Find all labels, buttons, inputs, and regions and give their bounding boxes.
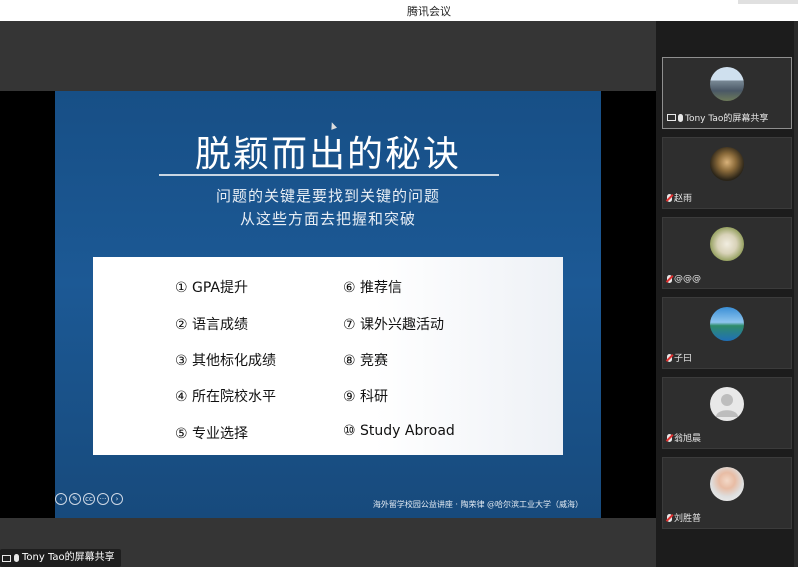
participant-tile[interactable]: 翁旭晨 bbox=[662, 377, 792, 449]
share-screen-icon bbox=[2, 554, 11, 562]
title-bar-controls[interactable] bbox=[738, 0, 798, 4]
prev-icon[interactable]: ‹ bbox=[55, 493, 67, 505]
slide-subtitle-1: 问题的关键是要找到关键的问题 bbox=[215, 187, 440, 205]
list-item: ② 语言成绩 bbox=[175, 317, 249, 333]
more-icon[interactable]: ··· bbox=[97, 493, 109, 505]
title-underline bbox=[159, 174, 499, 176]
user-silhouette-icon bbox=[716, 394, 738, 417]
landscape-photo-avatar bbox=[710, 307, 744, 341]
default-avatar bbox=[710, 387, 744, 421]
list-item: ① GPA提升 bbox=[175, 280, 248, 296]
participant-name: 翁旭晨 bbox=[674, 434, 702, 444]
list-item: ⑥ 推荐信 bbox=[343, 280, 403, 296]
screen-share-label: Tony Tao的屏幕共享 bbox=[0, 549, 121, 567]
slide-controls: ‹ ✎ cc ··· › bbox=[55, 493, 123, 505]
participant-name: 赵雨 bbox=[674, 194, 693, 204]
participant-label: @@@ bbox=[667, 274, 701, 284]
presentation-slide: 脱颖而出的秘诀 问题的关键是要找到关键的问题 从这些方面去把握和突破 ① GPA… bbox=[55, 91, 601, 518]
main-stage-area: 脱颖而出的秘诀 问题的关键是要找到关键的问题 从这些方面去把握和突破 ① GPA… bbox=[0, 21, 656, 567]
shared-screen: 脱颖而出的秘诀 问题的关键是要找到关键的问题 从这些方面去把握和突破 ① GPA… bbox=[0, 91, 656, 518]
mic-muted-icon bbox=[667, 513, 672, 522]
participant-name: Tony Tao的屏幕共享 bbox=[685, 114, 769, 124]
person-photo-avatar bbox=[710, 467, 744, 501]
participant-name: @@@ bbox=[674, 274, 701, 284]
window-title: 腾讯会议 bbox=[407, 5, 451, 18]
mic-icon bbox=[678, 113, 683, 122]
participant-label: Tony Tao的屏幕共享 bbox=[667, 111, 768, 124]
mic-muted-icon bbox=[667, 353, 672, 362]
mic-muted-icon bbox=[667, 193, 672, 202]
portrait-painting-avatar bbox=[710, 147, 744, 181]
participant-tile[interactable]: @@@ bbox=[662, 217, 792, 289]
next-icon[interactable]: › bbox=[111, 493, 123, 505]
title-bar: 腾讯会议 bbox=[0, 0, 798, 21]
mic-icon bbox=[14, 554, 19, 562]
mic-muted-icon bbox=[667, 433, 672, 442]
participant-tile[interactable]: Tony Tao的屏幕共享 bbox=[662, 57, 792, 129]
participant-name: 子曰 bbox=[674, 354, 693, 364]
city-photo-avatar bbox=[710, 67, 744, 101]
participant-sidebar: Tony Tao的屏幕共享 赵雨 @@@ 子曰 翁旭晨 刘胜普 bbox=[656, 21, 798, 567]
list-item: ⑩ Study Abroad bbox=[343, 423, 455, 439]
participant-tile[interactable]: 子曰 bbox=[662, 297, 792, 369]
slide-title: 脱颖而出的秘诀 bbox=[194, 134, 461, 175]
factor-list: ① GPA提升 ② 语言成绩 ③ 其他标化成绩 ④ 所在院校水平 ⑤ 专业选择 … bbox=[93, 257, 563, 455]
participant-tile[interactable]: 赵雨 bbox=[662, 137, 792, 209]
participant-label: 翁旭晨 bbox=[667, 431, 701, 444]
participant-label: 赵雨 bbox=[667, 191, 692, 204]
pen-icon[interactable]: ✎ bbox=[69, 493, 81, 505]
sidebar-scrollbar[interactable] bbox=[794, 21, 798, 567]
participant-tile[interactable]: 刘胜普 bbox=[662, 457, 792, 529]
list-item: ⑦ 课外兴趣活动 bbox=[343, 317, 445, 333]
list-item: ⑨ 科研 bbox=[343, 389, 389, 405]
list-item: ⑤ 专业选择 bbox=[175, 426, 249, 442]
participant-label: 刘胜普 bbox=[667, 511, 701, 524]
cc-icon[interactable]: cc bbox=[83, 493, 95, 505]
participant-name: 刘胜普 bbox=[674, 514, 702, 524]
slide-footer: 海外留学校园公益讲座 · 陶荣律 @哈尔滨工业大学（威海） bbox=[372, 500, 583, 509]
mic-muted-icon bbox=[667, 275, 672, 283]
list-item: ③ 其他标化成绩 bbox=[175, 353, 277, 369]
share-label-text: Tony Tao的屏幕共享 bbox=[22, 552, 115, 563]
share-screen-icon bbox=[667, 114, 676, 121]
list-item: ④ 所在院校水平 bbox=[175, 389, 277, 405]
slide-subtitle-2: 从这些方面去把握和突破 bbox=[239, 210, 416, 228]
participant-label: 子曰 bbox=[667, 351, 692, 364]
cat-photo-avatar bbox=[710, 227, 744, 261]
list-item: ⑧ 竞赛 bbox=[343, 353, 389, 369]
